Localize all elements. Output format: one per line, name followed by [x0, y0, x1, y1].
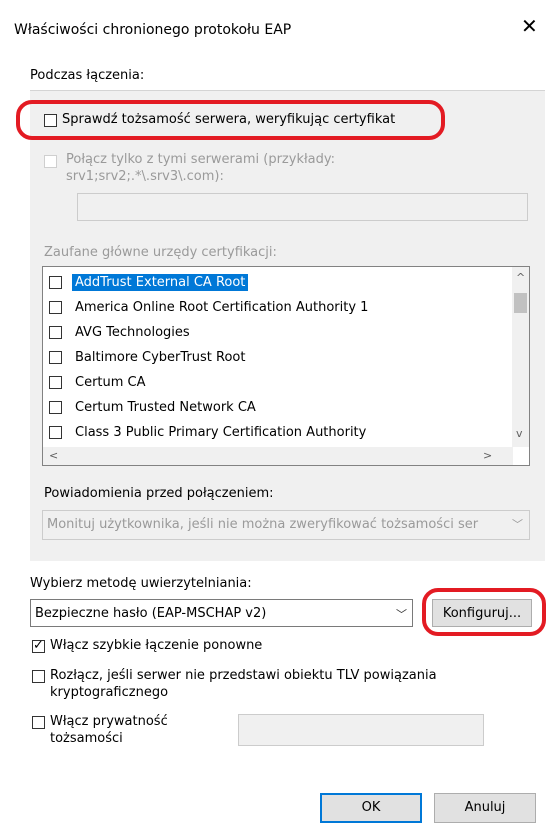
auth-method-select[interactable]: Bezpieczne hasło (EAP-MSCHAP v2): [30, 599, 413, 627]
ca-label: Baltimore CyberTrust Root: [75, 349, 246, 365]
ca-label: Certum Trusted Network CA: [75, 399, 256, 415]
list-item[interactable]: Class 3 Public Primary Certification Aut…: [49, 421, 369, 443]
disconnect-tlv-label: Rozłącz, jeśli serwer nie przedstawi obi…: [50, 668, 437, 700]
ca-checkbox[interactable]: [49, 325, 62, 339]
connect-servers-checkbox[interactable]: [44, 155, 57, 168]
ca-checkbox[interactable]: [49, 400, 62, 414]
trusted-ca-label: Zaufane główne urzędy certyfikacji:: [44, 245, 277, 260]
scroll-right-icon[interactable]: >: [483, 449, 492, 462]
identity-privacy-checkbox[interactable]: [32, 716, 45, 729]
ca-checkbox[interactable]: [49, 275, 62, 289]
scroll-thumb[interactable]: [514, 293, 527, 313]
notifications-value: Monituj użytkownika, jeśli nie można zwe…: [47, 517, 479, 532]
horizontal-scrollbar[interactable]: < >: [43, 447, 513, 465]
list-item[interactable]: AVG Technologies: [49, 321, 193, 343]
configure-button[interactable]: Konfiguruj...: [432, 599, 532, 627]
verify-cert-checkbox[interactable]: [44, 114, 57, 127]
ca-checkbox[interactable]: [49, 375, 62, 389]
list-item[interactable]: Certum CA: [49, 371, 149, 393]
connecting-heading: Podczas łączenia:: [30, 68, 145, 83]
trusted-ca-list[interactable]: AddTrust External CA Root America Online…: [42, 266, 530, 466]
vertical-scrollbar[interactable]: ^ v: [512, 267, 529, 447]
connect-servers-label: Połącz tylko z tymi serwerami (przykłady…: [66, 152, 336, 184]
scroll-down-icon[interactable]: v: [516, 427, 523, 440]
auth-method-value: Bezpieczne hasło (EAP-MSCHAP v2): [35, 606, 267, 621]
list-item[interactable]: America Online Root Certification Author…: [49, 296, 371, 318]
identity-privacy-label: Włącz prywatność tożsamości: [50, 714, 168, 746]
list-item[interactable]: AddTrust External CA Root: [49, 271, 249, 293]
chevron-down-icon[interactable]: ﹀: [396, 606, 407, 622]
scroll-up-icon[interactable]: ^: [516, 271, 525, 284]
list-item[interactable]: Certum Trusted Network CA: [49, 396, 259, 418]
verify-cert-label: Sprawdź tożsamość serwera, weryfikując c…: [62, 112, 396, 127]
servers-input[interactable]: [77, 193, 528, 221]
cancel-button[interactable]: Anuluj: [434, 793, 536, 823]
ca-label: AddTrust External CA Root: [72, 273, 249, 291]
scroll-left-icon[interactable]: <: [49, 449, 58, 462]
fast-reconnect-checkbox[interactable]: [32, 638, 45, 653]
ca-checkbox[interactable]: [49, 425, 62, 439]
ca-label: America Online Root Certification Author…: [75, 299, 369, 315]
disconnect-tlv-checkbox[interactable]: [32, 670, 45, 683]
ca-label: Certum CA: [75, 374, 146, 390]
ca-checkbox[interactable]: [49, 300, 62, 314]
notifications-select[interactable]: Monituj użytkownika, jeśli nie można zwe…: [42, 510, 530, 540]
chevron-down-icon[interactable]: ﹀: [512, 516, 523, 532]
list-item[interactable]: Baltimore CyberTrust Root: [49, 346, 248, 368]
ca-checkbox[interactable]: [49, 350, 62, 364]
ca-label: Class 3 Public Primary Certification Aut…: [75, 424, 367, 440]
close-icon[interactable]: ✕: [521, 16, 538, 36]
ca-label: AVG Technologies: [75, 324, 190, 340]
ok-button[interactable]: OK: [320, 793, 422, 823]
notifications-label: Powiadomienia przed połączeniem:: [44, 486, 274, 501]
fast-reconnect-label: Włącz szybkie łączenie ponowne: [50, 638, 263, 653]
auth-method-label: Wybierz metodę uwierzytelniania:: [30, 576, 252, 591]
identity-input[interactable]: [238, 714, 484, 746]
dialog-title: Właściwości chronionego protokołu EAP: [14, 22, 292, 38]
